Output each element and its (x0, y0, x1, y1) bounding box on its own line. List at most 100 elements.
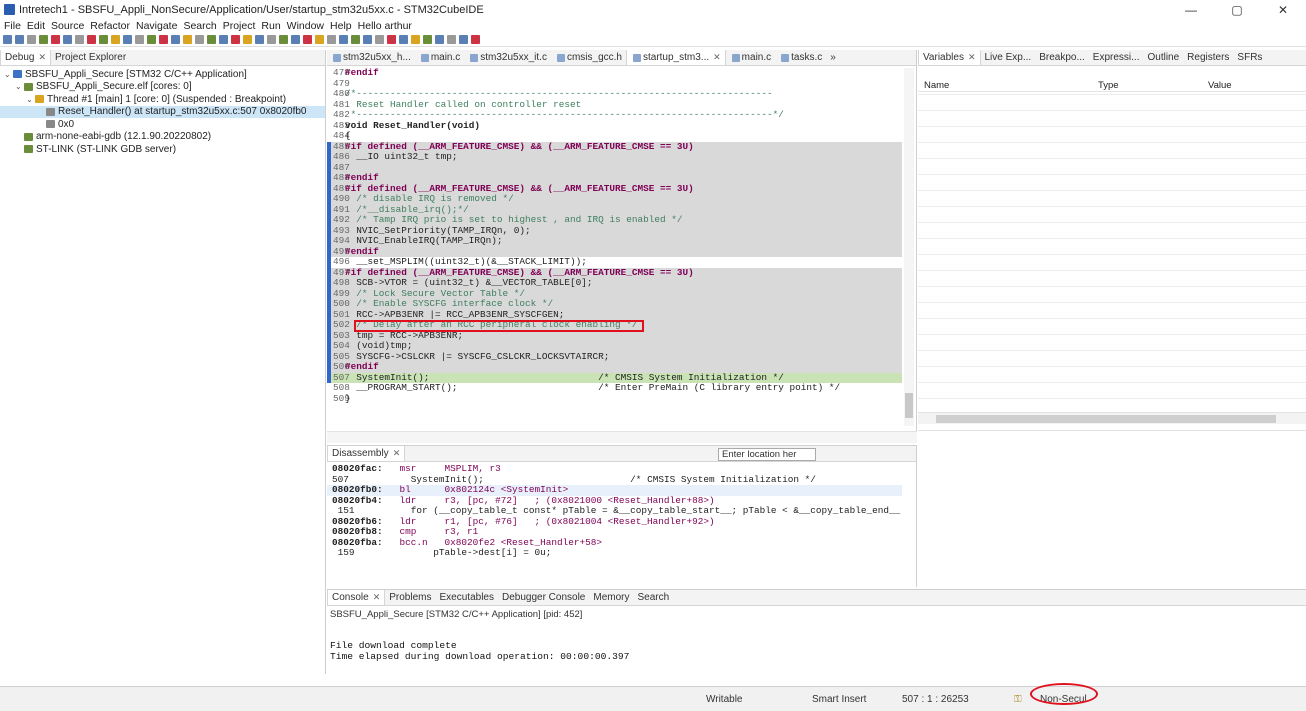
toolbar-icon[interactable] (447, 35, 456, 44)
code-line[interactable]: 483void Reset_Handler(void) (327, 120, 902, 131)
toolbar-icon[interactable] (435, 35, 444, 44)
tab-variables[interactable]: Variables ✕ (918, 50, 981, 65)
menu-item-hello-arthur[interactable]: Hello arthur (358, 20, 412, 32)
variable-detail-pane[interactable] (918, 430, 1306, 575)
toolbar-icon[interactable] (99, 35, 108, 44)
code-line[interactable]: 478#endif (327, 68, 902, 79)
toolbar-icon[interactable] (183, 35, 192, 44)
debug-tree-item[interactable]: arm-none-eabi-gdb (12.1.90.20220802) (0, 131, 325, 144)
toolbar-icon[interactable] (87, 35, 96, 44)
menu-item-refactor[interactable]: Refactor (90, 20, 130, 32)
chevron-down-icon[interactable]: ⌄ (4, 70, 13, 79)
debug-tree-item[interactable]: ⌄ Thread #1 [main] 1 [core: 0] (Suspended… (0, 93, 325, 106)
toolbar-icon[interactable] (255, 35, 264, 44)
toolbar-icon[interactable] (315, 35, 324, 44)
close-icon[interactable]: ✕ (713, 52, 721, 63)
tab-search[interactable]: Search (634, 590, 674, 605)
chevron-down-icon[interactable]: ⌄ (15, 82, 24, 91)
code-line[interactable]: 503 tmp = RCC->APB3ENR; (327, 330, 902, 341)
toolbar-icon[interactable] (339, 35, 348, 44)
editor-tab[interactable]: » (826, 50, 840, 65)
tab-console[interactable]: Console ✕ (327, 590, 386, 605)
toolbar-icon[interactable] (51, 35, 60, 44)
column-name[interactable]: Name (924, 80, 949, 91)
tab-debug[interactable]: Debug ✕ (0, 50, 52, 65)
toolbar-icon[interactable] (147, 35, 156, 44)
toolbar-icon[interactable] (63, 35, 72, 44)
toolbar-icon[interactable] (411, 35, 420, 44)
menu-item-window[interactable]: Window (287, 20, 324, 32)
code-line[interactable]: 494 NVIC_EnableIRQ(TAMP_IRQn); (327, 235, 902, 247)
menu-item-navigate[interactable]: Navigate (136, 20, 177, 32)
editor-horizontal-scrollbar[interactable] (327, 431, 917, 443)
toolbar-icon[interactable] (267, 35, 276, 44)
toolbar-icon[interactable] (387, 35, 396, 44)
tab-executables[interactable]: Executables (436, 590, 498, 605)
toolbar-icon[interactable] (351, 35, 360, 44)
toolbar-icon[interactable] (159, 35, 168, 44)
editor-tab[interactable]: tasks.c (775, 50, 826, 65)
tab-registers[interactable]: Registers (1183, 50, 1233, 65)
code-line[interactable]: 508 __PROGRAM_START(); /* Enter PreMain … (327, 382, 902, 394)
variables-horizontal-scrollbar[interactable] (918, 412, 1306, 424)
maximize-button[interactable]: ▢ (1214, 0, 1260, 19)
toolbar-icon[interactable] (243, 35, 252, 44)
editor-tab[interactable]: stm32u5xx_it.c (464, 50, 551, 65)
editor-tab[interactable]: startup_stm3... ✕ (625, 50, 726, 65)
toolbar-icon[interactable] (291, 35, 300, 44)
toolbar-icon[interactable] (471, 35, 480, 44)
minimize-button[interactable]: — (1168, 0, 1214, 19)
toolbar-icon[interactable] (459, 35, 468, 44)
menu-item-run[interactable]: Run (261, 20, 280, 32)
toolbar-icon[interactable] (111, 35, 120, 44)
menu-item-help[interactable]: Help (330, 20, 352, 32)
code-line[interactable]: 509} (327, 393, 902, 404)
debug-tree-item[interactable]: ST-LINK (ST-LINK GDB server) (0, 143, 325, 156)
menu-item-edit[interactable]: Edit (27, 20, 45, 32)
code-line[interactable]: 505 SYSCFG->CSLCKR |= SYSCFG_CSLCKR_LOCK… (327, 351, 902, 362)
toolbar-icon[interactable] (303, 35, 312, 44)
menu-item-source[interactable]: Source (51, 20, 84, 32)
column-type[interactable]: Type (1098, 80, 1119, 91)
editor-vertical-scrollbar[interactable] (904, 68, 914, 426)
code-area[interactable]: 478#endif 479 480/*-----------------------… (327, 68, 902, 426)
tab-liveexp[interactable]: Live Exp... (981, 50, 1036, 65)
toolbar-icon[interactable] (207, 35, 216, 44)
toolbar-icon[interactable] (39, 35, 48, 44)
scrollbar-thumb[interactable] (936, 415, 1276, 423)
toolbar-icon[interactable] (135, 35, 144, 44)
toolbar-icon[interactable] (279, 35, 288, 44)
disassembly-code[interactable]: 08020fac: msr MSPLIM, r3 507 SystemInit()… (327, 464, 902, 576)
close-icon[interactable]: ✕ (38, 52, 46, 63)
editor-tab[interactable]: cmsis_gcc.h (551, 50, 626, 65)
code-line[interactable]: 486 __IO uint32_t tmp; (327, 151, 902, 163)
toolbar-icon[interactable] (375, 35, 384, 44)
toolbar-icon[interactable] (123, 35, 132, 44)
toolbar-icon[interactable] (195, 35, 204, 44)
code-line[interactable]: 487 (327, 162, 902, 173)
editor-tab[interactable]: main.c (415, 50, 464, 65)
tab-disassembly[interactable]: Disassembly ✕ (327, 446, 406, 461)
debug-tree-item[interactable]: ⌄ SBSFU_Appli_Secure [STM32 C/C++ Applica… (0, 68, 325, 81)
scrollbar-thumb[interactable] (905, 393, 913, 418)
toolbar-icon[interactable] (219, 35, 228, 44)
menu-item-search[interactable]: Search (183, 20, 216, 32)
location-input[interactable]: Enter location her (718, 448, 816, 461)
close-icon[interactable]: ✕ (373, 592, 381, 603)
disassembly-line[interactable]: 159 pTable->dest[i] = 0u; (327, 547, 902, 559)
tab-sfrs[interactable]: SFRs (1233, 50, 1266, 65)
tab-memory[interactable]: Memory (589, 590, 633, 605)
toolbar-icon[interactable] (171, 35, 180, 44)
close-icon[interactable]: ✕ (968, 52, 976, 63)
toolbar-icon[interactable] (15, 35, 24, 44)
toolbar-icon[interactable] (3, 35, 12, 44)
close-button[interactable]: ✕ (1260, 0, 1306, 19)
toolbar-icon[interactable] (75, 35, 84, 44)
menu-item-file[interactable]: File (4, 20, 21, 32)
close-icon[interactable]: ✕ (393, 448, 401, 459)
debug-tree-item[interactable]: 0x0 (0, 118, 325, 131)
toolbar-icon[interactable] (399, 35, 408, 44)
tab-breakpo[interactable]: Breakpo... (1035, 50, 1089, 65)
debug-tree-item[interactable]: Reset_Handler() at startup_stm32u5xx.c:5… (0, 105, 325, 118)
toolbar-icon[interactable] (327, 35, 336, 44)
